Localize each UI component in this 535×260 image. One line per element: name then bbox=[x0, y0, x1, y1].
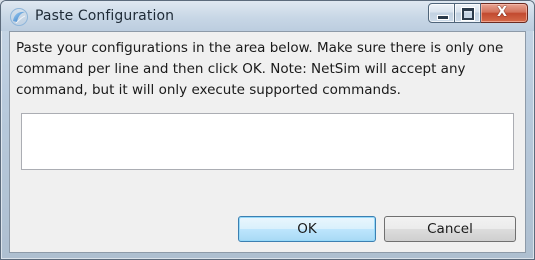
caption-buttons: X bbox=[428, 3, 528, 23]
configuration-textarea[interactable] bbox=[21, 113, 514, 170]
maximize-button[interactable] bbox=[455, 3, 481, 23]
ok-button[interactable]: OK bbox=[238, 216, 376, 242]
close-icon: X bbox=[497, 5, 508, 20]
close-button[interactable]: X bbox=[481, 3, 528, 23]
maximize-icon bbox=[461, 7, 475, 21]
minimize-icon bbox=[437, 15, 449, 20]
instruction-text: Paste your configurations in the area be… bbox=[16, 40, 504, 98]
window-title: Paste Configuration bbox=[35, 8, 175, 24]
netsim-swirl-icon bbox=[10, 8, 28, 26]
title-bar[interactable]: Paste Configuration X bbox=[1, 1, 534, 31]
paste-configuration-dialog: Paste Configuration X Paste your configu… bbox=[0, 0, 535, 260]
minimize-button[interactable] bbox=[428, 3, 455, 23]
cancel-button[interactable]: Cancel bbox=[384, 216, 516, 242]
